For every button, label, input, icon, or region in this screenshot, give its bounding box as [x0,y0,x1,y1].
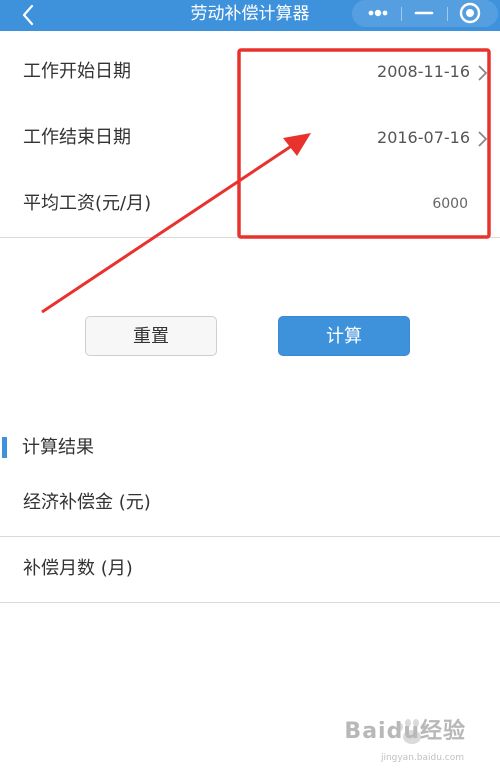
reset-button[interactable]: 重置 [85,316,217,356]
minimize-icon[interactable] [404,0,444,27]
capsule-menu [352,0,498,27]
close-icon[interactable] [450,0,490,27]
start-date-label: 工作开始日期 [23,61,131,82]
calculate-button[interactable]: 计算 [278,316,410,356]
end-date-value[interactable]: 2016-07-16 [377,105,470,171]
capsule-divider [401,7,402,21]
months-row: 补偿月数 (月) [0,536,500,603]
watermark-url: jingyan.baidu.com [380,753,464,763]
months-label: 补偿月数 (月) [23,558,133,579]
compensation-row: 经济补偿金 (元) [0,470,500,537]
chevron-right-icon [478,65,488,81]
section-accent-bar [2,437,7,458]
watermark-brand: Baidu经验 [344,719,466,744]
chevron-right-icon [478,131,488,147]
capsule-divider [447,7,448,21]
salary-label: 平均工资(元/月) [23,193,152,214]
start-date-row[interactable]: 工作开始日期 2008-11-16 [0,39,500,106]
title-bar: 劳动补偿计算器 [0,0,500,31]
end-date-label: 工作结束日期 [23,127,131,148]
salary-input[interactable]: 6000 [432,171,468,237]
salary-row: 平均工资(元/月) 6000 [0,171,500,238]
results-section-title: 计算结果 [22,437,94,458]
compensation-label: 经济补偿金 (元) [23,492,151,513]
more-icon[interactable] [358,0,398,27]
end-date-row[interactable]: 工作结束日期 2016-07-16 [0,105,500,172]
start-date-value[interactable]: 2008-11-16 [377,39,470,105]
